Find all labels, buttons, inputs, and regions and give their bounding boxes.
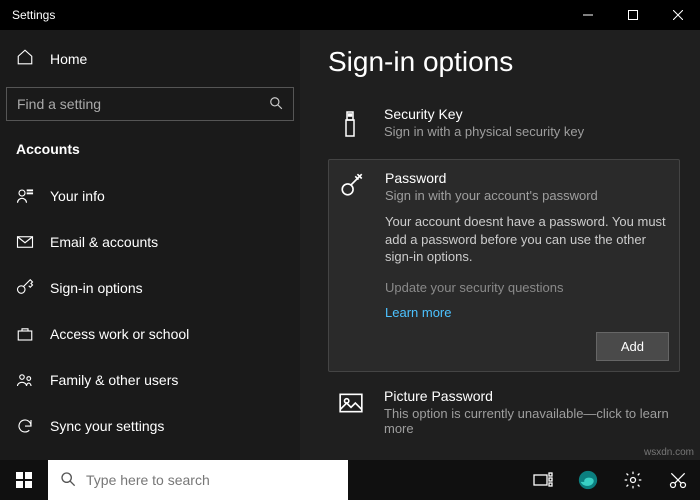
page-title: Sign-in options [328, 46, 680, 78]
home-icon [16, 48, 34, 69]
taskbar-settings[interactable] [611, 460, 655, 500]
titlebar: Settings [0, 0, 700, 30]
taskbar-search[interactable]: Type here to search [48, 460, 348, 500]
window-title: Settings [12, 8, 55, 22]
usb-icon [338, 106, 368, 143]
search-placeholder: Find a setting [17, 96, 269, 112]
taskbar-edge[interactable] [566, 460, 610, 500]
picture-icon [338, 388, 368, 436]
option-password[interactable]: Password Sign in with your account's pas… [328, 159, 680, 372]
sidebar-item-label: Email & accounts [50, 234, 158, 250]
taskbar-task-view[interactable] [521, 460, 565, 500]
sync-icon [16, 417, 34, 435]
learn-more-link[interactable]: Learn more [385, 305, 669, 320]
option-subtitle: Sign in with a physical security key [384, 124, 670, 139]
briefcase-icon [16, 325, 34, 343]
sidebar-item-work[interactable]: Access work or school [0, 311, 300, 357]
content-pane: Sign-in options Security Key Sign in wit… [300, 30, 700, 460]
minimize-button[interactable] [565, 0, 610, 30]
option-title: Picture Password [384, 388, 670, 404]
watermark: wsxdn.com [644, 447, 694, 458]
sidebar: Home Find a setting Accounts Your info [0, 30, 300, 460]
sidebar-item-sync[interactable]: Sync your settings [0, 403, 300, 449]
sidebar-item-label: Family & other users [50, 372, 178, 388]
option-title: Password [385, 170, 669, 186]
sidebar-item-email[interactable]: Email & accounts [0, 219, 300, 265]
taskbar-snip[interactable] [656, 460, 700, 500]
windows-icon [16, 472, 32, 488]
option-title: Security Key [384, 106, 670, 122]
search-input[interactable]: Find a setting [6, 87, 294, 121]
sidebar-item-signin[interactable]: Sign-in options [0, 265, 300, 311]
sidebar-item-label: Sign-in options [50, 280, 143, 296]
sidebar-item-label: Access work or school [50, 326, 189, 342]
option-description: Your account doesnt have a password. You… [385, 213, 669, 266]
sidebar-item-label: Sync your settings [50, 418, 164, 434]
taskbar-search-placeholder: Type here to search [86, 472, 210, 488]
key-icon [16, 279, 34, 297]
close-button[interactable] [655, 0, 700, 30]
email-icon [16, 233, 34, 251]
section-title: Accounts [0, 127, 300, 167]
home-label: Home [50, 51, 87, 67]
taskbar: Type here to search [0, 460, 700, 500]
update-security-questions-link[interactable]: Update your security questions [385, 280, 669, 295]
option-security-key[interactable]: Security Key Sign in with a physical sec… [328, 96, 680, 153]
person-badge-icon [16, 187, 34, 205]
sidebar-item-family[interactable]: Family & other users [0, 357, 300, 403]
option-picture-password[interactable]: Picture Password This option is currentl… [328, 378, 680, 446]
maximize-button[interactable] [610, 0, 655, 30]
option-subtitle: This option is currently unavailable—cli… [384, 406, 670, 436]
key-icon [339, 170, 369, 361]
option-subtitle: Sign in with your account's password [385, 188, 669, 203]
settings-window: Settings Home Find a setting [0, 0, 700, 460]
search-icon [269, 96, 283, 113]
sidebar-item-label: Your info [50, 188, 105, 204]
people-icon [16, 371, 34, 389]
start-button[interactable] [0, 460, 48, 500]
home-button[interactable]: Home [0, 36, 300, 81]
search-icon [60, 471, 76, 490]
sidebar-item-your-info[interactable]: Your info [0, 173, 300, 219]
add-button[interactable]: Add [596, 332, 669, 361]
